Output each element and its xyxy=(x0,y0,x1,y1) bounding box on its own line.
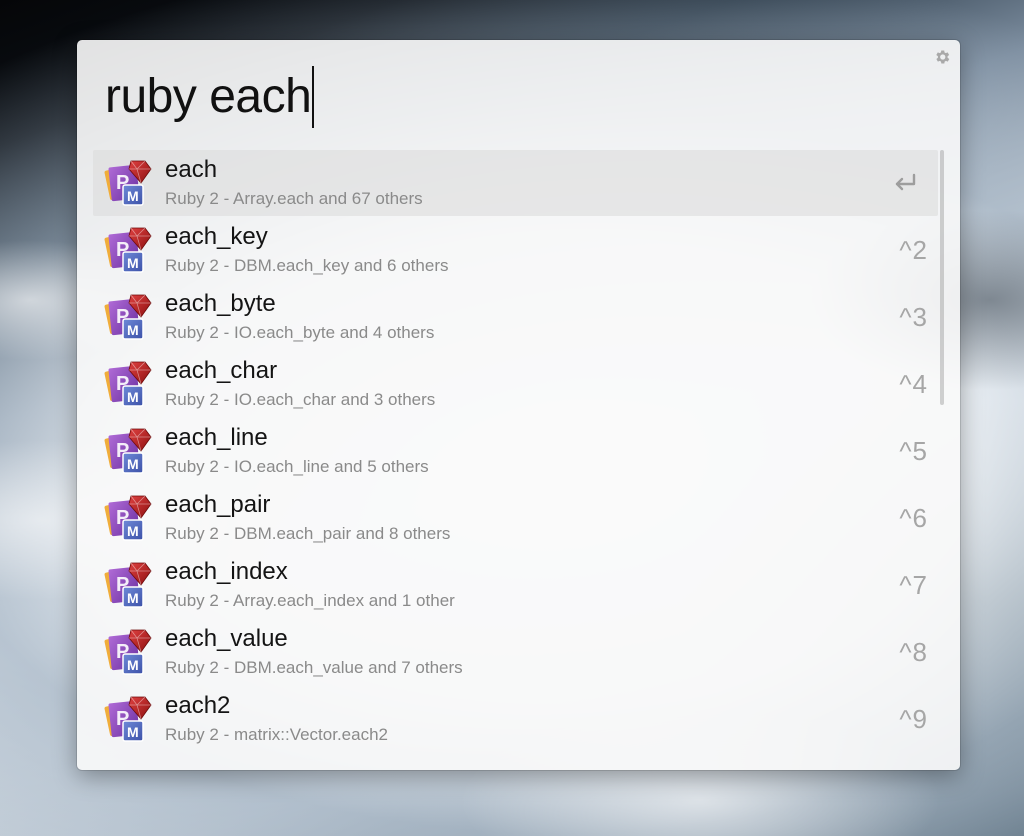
result-title: each_char xyxy=(165,357,278,384)
ruby-docs-app-icon: P M xyxy=(101,157,153,209)
result-subtitle: Ruby 2 - Array.each and 67 others xyxy=(165,189,423,208)
result-subtitle: Ruby 2 - matrix::Vector.each2 xyxy=(165,725,388,744)
ruby-docs-app-icon: P M xyxy=(101,425,153,477)
svg-text:M: M xyxy=(127,724,139,740)
search-query[interactable]: ruby each xyxy=(105,73,312,121)
result-item[interactable]: P M each2Ruby 2 - matrix::Vector.each2 ^9 xyxy=(93,686,938,752)
svg-text:M: M xyxy=(127,389,139,405)
result-title: each_pair xyxy=(165,491,271,518)
result-shortcut: ^4 xyxy=(899,369,928,399)
ruby-docs-app-icon: P M xyxy=(101,291,153,343)
svg-text:M: M xyxy=(127,255,139,271)
svg-text:M: M xyxy=(127,322,139,338)
result-title: each_value xyxy=(165,625,288,652)
result-shortcut: ^8 xyxy=(899,637,928,667)
result-subtitle: Ruby 2 - Array.each_index and 1 other xyxy=(165,591,455,610)
results-scrollbar[interactable] xyxy=(940,150,944,405)
result-subtitle: Ruby 2 - DBM.each_key and 6 others xyxy=(165,256,449,275)
svg-text:M: M xyxy=(127,590,139,606)
result-subtitle: Ruby 2 - IO.each_line and 5 others xyxy=(165,457,429,476)
result-shortcut: ^2 xyxy=(899,235,928,265)
result-title: each_key xyxy=(165,223,268,250)
gear-icon[interactable] xyxy=(933,48,951,66)
result-subtitle: Ruby 2 - IO.each_byte and 4 others xyxy=(165,323,435,342)
results-list: P M each Ruby 2 - Array.each and 67 other… xyxy=(93,150,938,753)
ruby-docs-app-icon: P M xyxy=(101,693,153,745)
result-item[interactable]: P M each Ruby 2 - Array.each and 67 other… xyxy=(93,150,938,216)
result-item[interactable]: P M each_byte Ruby 2 - IO.each_byte and 4… xyxy=(93,284,938,350)
result-shortcut: ^6 xyxy=(899,503,928,533)
result-item[interactable]: P M each_index Ruby 2 - Array.each_index … xyxy=(93,552,938,618)
result-shortcut: ^7 xyxy=(899,570,928,600)
result-title: each2 xyxy=(165,692,231,719)
svg-text:M: M xyxy=(127,657,139,673)
ruby-docs-app-icon: P M xyxy=(101,559,153,611)
result-item[interactable]: P M each_char Ruby 2 - IO.each_char and 3… xyxy=(93,351,938,417)
ruby-docs-app-icon: P M xyxy=(101,358,153,410)
result-item[interactable]: P M each_key Ruby 2 - DBM.each_key and 6 … xyxy=(93,217,938,283)
search-input[interactable]: ruby each xyxy=(105,62,905,132)
result-subtitle: Ruby 2 - IO.each_char and 3 others xyxy=(165,390,436,409)
result-shortcut: ^5 xyxy=(899,436,928,466)
result-item[interactable]: P M each_pair Ruby 2 - DBM.each_pair and … xyxy=(93,485,938,551)
ruby-docs-app-icon: P M xyxy=(101,224,153,276)
svg-text:M: M xyxy=(127,523,139,539)
result-title: each xyxy=(165,156,218,183)
result-title: each_line xyxy=(165,424,268,451)
result-item[interactable]: P M each_value Ruby 2 - DBM.each_value an… xyxy=(93,619,938,685)
launcher-window: ruby each P M each Ruby 2 - Array.each a… xyxy=(77,40,960,770)
svg-text:M: M xyxy=(127,456,139,472)
svg-text:M: M xyxy=(127,188,139,204)
result-shortcut: ^3 xyxy=(899,302,928,332)
result-shortcut: ^9 xyxy=(899,704,928,734)
ruby-docs-app-icon: P M xyxy=(101,492,153,544)
ruby-docs-app-icon: P M xyxy=(101,626,153,678)
text-caret xyxy=(312,66,315,128)
result-item[interactable]: P M each_line Ruby 2 - IO.each_line and 5… xyxy=(93,418,938,484)
result-title: each_index xyxy=(165,558,288,585)
result-subtitle: Ruby 2 - DBM.each_value and 7 others xyxy=(165,658,463,677)
result-title: each_byte xyxy=(165,290,276,317)
return-key-icon xyxy=(892,172,918,194)
result-subtitle: Ruby 2 - DBM.each_pair and 8 others xyxy=(165,524,451,543)
